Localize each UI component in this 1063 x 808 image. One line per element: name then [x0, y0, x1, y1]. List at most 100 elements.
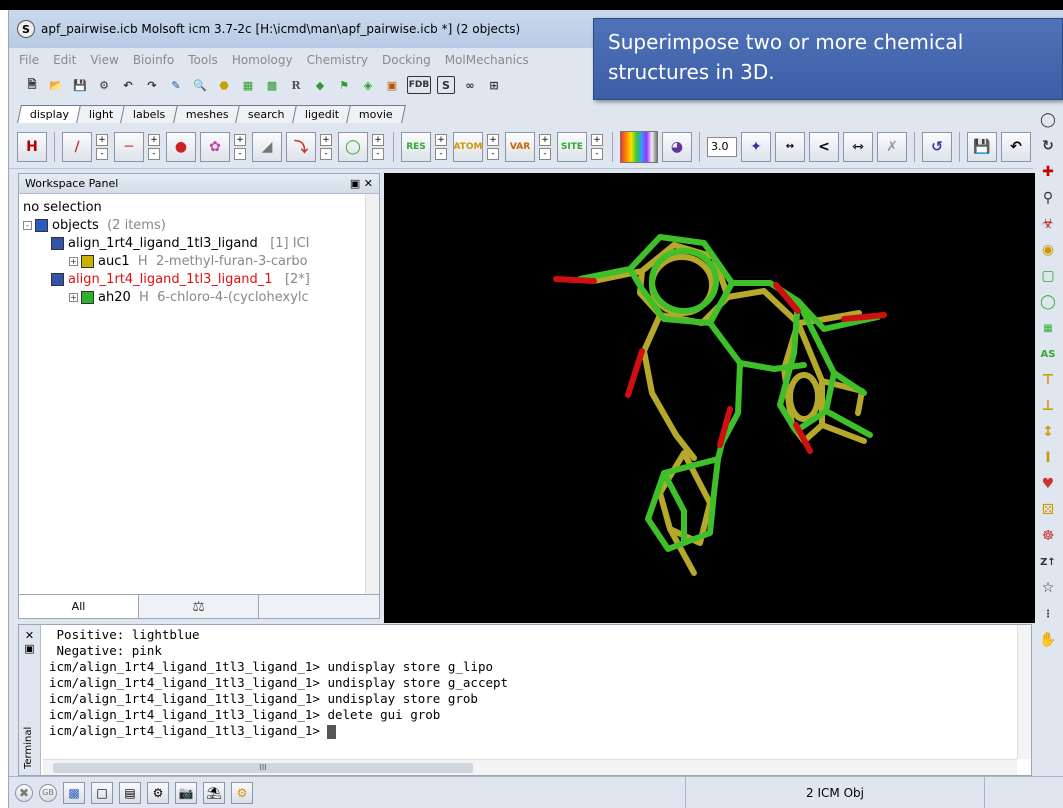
plus-icon[interactable]: + — [591, 133, 603, 146]
gb-icon[interactable]: GB — [39, 783, 57, 802]
cpk-icon[interactable]: ✿ — [200, 131, 230, 162]
flask-icon[interactable]: ⚑ — [335, 76, 353, 94]
color-palette[interactable] — [620, 130, 658, 163]
float-icon[interactable]: ▣ — [350, 177, 360, 190]
workspace-scrollbar[interactable] — [365, 194, 379, 596]
align-center-icon[interactable]: ↕ — [1038, 422, 1058, 442]
settings-icon[interactable]: ⚙ — [95, 76, 113, 94]
minus-icon[interactable]: - — [234, 147, 246, 160]
lock-icon[interactable]: ⚄ — [1038, 500, 1058, 520]
camera-icon[interactable]: 📷 — [175, 781, 197, 804]
minus-icon[interactable]: - — [148, 147, 160, 160]
fdb-icon[interactable]: FDB — [407, 76, 431, 94]
menu-tools[interactable]: Tools — [188, 53, 218, 67]
collapse-icon[interactable]: - — [23, 220, 32, 230]
tab-search[interactable]: search — [235, 105, 298, 123]
tree-child-2[interactable]: + ah20 H 6-chloro-4-(cyclohexylc — [23, 288, 375, 306]
table-toggle-icon[interactable]: ▤ — [119, 781, 141, 804]
plus-icon[interactable]: + — [96, 133, 108, 146]
tab-all[interactable]: All — [19, 595, 139, 618]
compass-icon[interactable]: ☸ — [1038, 526, 1058, 546]
hydrogen-toggle-icon[interactable]: H — [17, 131, 47, 162]
terminal-horizontal-scrollbar[interactable]: III — [43, 759, 1017, 775]
redo-icon[interactable]: ↷ — [143, 76, 161, 94]
tab-meshes[interactable]: meshes — [172, 105, 242, 123]
reset-view-icon[interactable]: ↺ — [922, 131, 952, 162]
align-bottom-icon[interactable]: ⊥ — [1038, 396, 1058, 416]
translate-icon[interactable]: ✚ — [1038, 162, 1058, 182]
star-icon[interactable]: ☆ — [1038, 578, 1058, 598]
tab-display[interactable]: display — [17, 105, 82, 123]
terminal-output[interactable]: Positive: lightblue Negative: pink icm/al… — [43, 627, 1017, 757]
structure-icon[interactable]: ◈ — [359, 76, 377, 94]
ribbon-icon[interactable]: ⤵ — [286, 131, 316, 162]
surface-icon[interactable]: ◢ — [252, 131, 282, 162]
minus-icon[interactable]: - — [435, 147, 447, 160]
dots-icon[interactable]: ⋮ — [1038, 604, 1058, 624]
atom-label-icon[interactable]: ATOM — [453, 131, 483, 162]
tree-object-2[interactable]: align_1rt4_ligand_1tl3_ligand_1 [2*] — [23, 270, 375, 288]
plus-icon[interactable]: + — [539, 133, 551, 146]
minus-icon[interactable]: - — [591, 147, 603, 160]
3d-molecule-viewer[interactable] — [384, 173, 1035, 623]
minus-icon[interactable]: - — [372, 147, 384, 160]
binoculars-icon[interactable]: 🔍 — [191, 76, 209, 94]
undo-view-icon[interactable]: ↶ — [1001, 131, 1031, 162]
menu-file[interactable]: File — [19, 53, 39, 67]
menu-bioinfo[interactable]: Bioinfo — [133, 53, 174, 67]
tree-object-1[interactable]: align_1rt4_ligand_1tl3_ligand [1] ICI — [23, 234, 375, 252]
stereo-icon[interactable]: ◉ — [1038, 240, 1058, 260]
green-box-icon[interactable]: ▢ — [1038, 266, 1058, 286]
terminal-prompt-line[interactable]: icm/align_1rt4_ligand_1tl3_ligand_1> — [49, 723, 1017, 739]
tab-chemistry-icon[interactable]: ⚖ — [139, 595, 259, 618]
tree-root[interactable]: - objects (2 items) — [23, 216, 375, 234]
ball-icon[interactable]: ● — [166, 131, 196, 162]
minus-icon[interactable]: - — [539, 147, 551, 160]
torsion-icon[interactable]: ⇿ — [843, 131, 873, 162]
terminal-vertical-scrollbar[interactable] — [1017, 625, 1031, 759]
r-icon[interactable]: R — [287, 76, 305, 94]
tab-ligedit[interactable]: ligedit — [292, 105, 353, 123]
hand-icon[interactable]: ✋ — [1038, 630, 1058, 650]
expand-icon[interactable]: + — [69, 292, 78, 302]
plus-icon[interactable]: + — [487, 133, 499, 146]
menu-homology[interactable]: Homology — [232, 53, 293, 67]
tab-light[interactable]: light — [76, 105, 127, 123]
save-icon[interactable]: 💾 — [71, 76, 89, 94]
rotate-mode-icon[interactable]: ◯ — [1038, 110, 1058, 130]
plus-icon[interactable]: + — [372, 133, 384, 146]
distance-icon[interactable]: ↔ — [775, 131, 805, 162]
scroll-thumb[interactable]: III — [53, 763, 473, 773]
align-top-icon[interactable]: ⊤ — [1038, 370, 1058, 390]
clip-icon[interactable]: ☣ — [1038, 214, 1058, 234]
new-file-icon[interactable]: 🗎 — [23, 76, 41, 94]
close-icon[interactable]: ✕ — [25, 629, 34, 642]
menu-docking[interactable]: Docking — [382, 53, 431, 67]
open-folder-icon[interactable]: 📂 — [47, 76, 65, 94]
wire-icon[interactable]: ∕ — [62, 131, 92, 162]
res-label-icon[interactable]: RES — [401, 131, 431, 162]
pdb-search-icon[interactable]: ✎ — [167, 76, 185, 94]
car-icon[interactable]: ⛱ — [203, 781, 225, 804]
undo-icon[interactable]: ↶ — [119, 76, 137, 94]
clear-measure-icon[interactable]: ✗ — [877, 131, 907, 162]
minus-icon[interactable]: - — [487, 147, 499, 160]
align-i-icon[interactable]: I — [1038, 448, 1058, 468]
center-icon[interactable]: ✦ — [741, 131, 771, 162]
rotate-z-icon[interactable]: ↻ — [1038, 136, 1058, 156]
plus-icon[interactable]: + — [148, 133, 160, 146]
menu-view[interactable]: View — [90, 53, 118, 67]
plus-icon[interactable]: + — [234, 133, 246, 146]
s-box-icon[interactable]: S — [437, 76, 455, 94]
sort-icon[interactable]: Z↑ — [1038, 552, 1058, 572]
grid-search-icon[interactable]: ▩ — [263, 76, 281, 94]
save-view-icon[interactable]: 💾 — [967, 131, 997, 162]
residue-color-icon[interactable]: ◯ — [338, 131, 368, 162]
plus-icon[interactable]: + — [435, 133, 447, 146]
puzzle-icon[interactable]: ⚙ — [231, 781, 253, 804]
expand-icon[interactable]: + — [69, 256, 78, 266]
glasses-icon[interactable]: ∞ — [461, 76, 479, 94]
window-toggle-icon[interactable]: □ — [91, 781, 113, 804]
menu-chemistry[interactable]: Chemistry — [307, 53, 368, 67]
grid-green-icon[interactable]: ▦ — [239, 76, 257, 94]
